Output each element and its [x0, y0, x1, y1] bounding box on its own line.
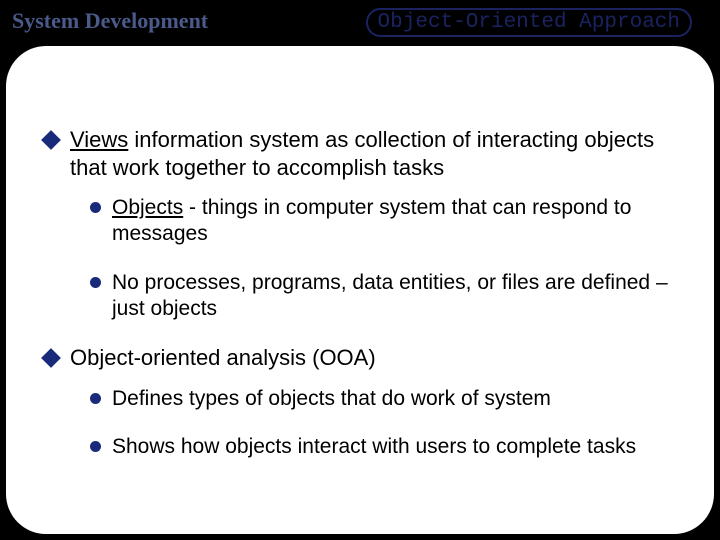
bullet-2-sub-1-text: Defines types of objects that do work of…: [112, 387, 551, 410]
bullet-2-subs: Defines types of objects that do work of…: [90, 386, 684, 461]
bullet-2: Object-oriented analysis (OOA): [44, 344, 684, 372]
disc-icon: [90, 277, 101, 288]
disc-icon: [90, 393, 101, 404]
bullet-2-sub-2-text: Shows how objects interact with users to…: [112, 435, 636, 458]
bullet-2-text: Object-oriented analysis (OOA): [70, 345, 376, 370]
bullet-1-sub-1: Objects - things in computer system that…: [90, 195, 684, 248]
bullet-2-sub-1: Defines types of objects that do work of…: [90, 386, 684, 412]
bullet-2-sub-2: Shows how objects interact with users to…: [90, 434, 684, 460]
bullet-1-sub-2-text: No processes, programs, data entities, o…: [112, 271, 668, 320]
diamond-icon: [41, 348, 61, 368]
slide-body: Views information system as collection o…: [44, 126, 684, 482]
bullet-1-sub-2: No processes, programs, data entities, o…: [90, 270, 684, 323]
header-left: System Development: [12, 8, 208, 34]
diamond-icon: [41, 130, 61, 150]
header-right: Object-Oriented Approach: [366, 8, 692, 37]
bullet-1-sub-1-rest: - things in computer system that can res…: [112, 196, 631, 245]
bullet-1-lead: Views: [70, 127, 128, 152]
slide: System Development Object-Oriented Appro…: [0, 0, 720, 540]
disc-icon: [90, 202, 101, 213]
bullet-1: Views information system as collection o…: [44, 126, 684, 181]
disc-icon: [90, 441, 101, 452]
content-panel: Views information system as collection o…: [6, 46, 714, 534]
bullet-1-sub-1-lead: Objects: [112, 196, 183, 219]
bullet-1-rest: information system as collection of inte…: [70, 127, 654, 180]
bullet-1-subs: Objects - things in computer system that…: [90, 195, 684, 322]
